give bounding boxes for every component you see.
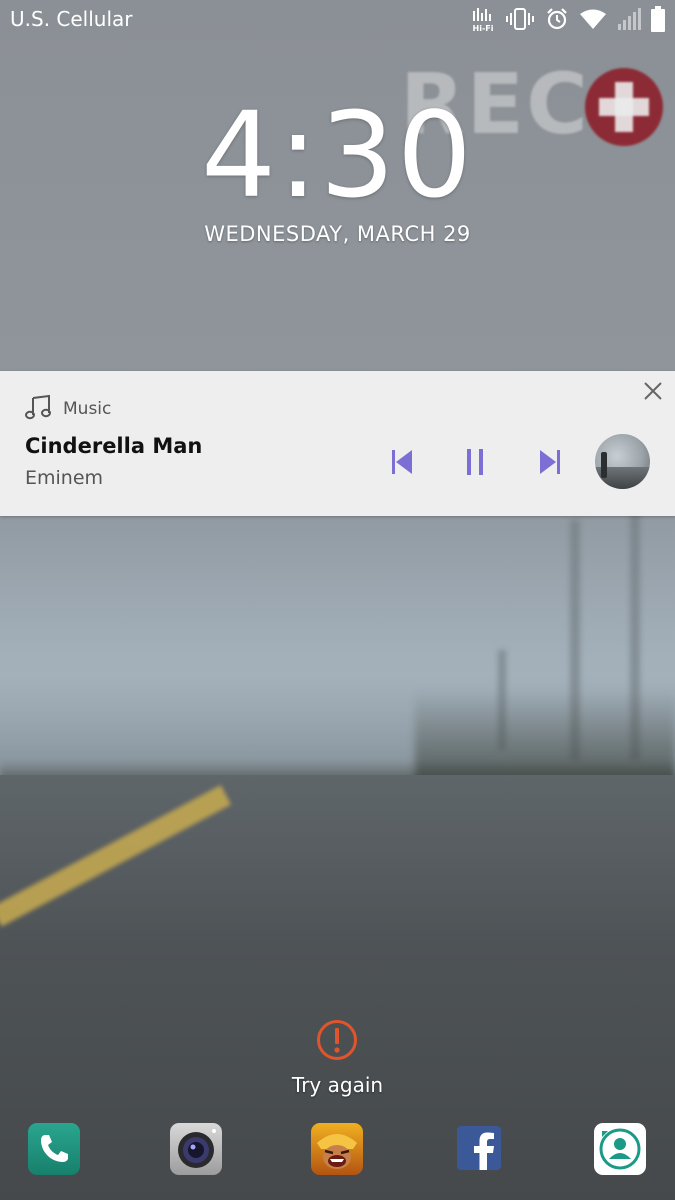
vibrate-icon <box>505 7 535 31</box>
hifi-icon: Hi-Fi <box>471 5 495 33</box>
clock-time: 4:30 <box>201 86 474 224</box>
music-note-icon <box>25 393 53 425</box>
skip-next-icon <box>540 450 560 474</box>
svg-text:Hi-Fi: Hi-Fi <box>473 24 494 33</box>
phone-app-icon[interactable] <box>28 1123 80 1175</box>
song-artist: Eminem <box>25 467 104 489</box>
facebook-app-icon[interactable] <box>457 1126 501 1170</box>
alarm-icon <box>545 7 569 31</box>
contacts-app-icon[interactable] <box>594 1123 646 1175</box>
album-art[interactable] <box>595 434 650 489</box>
lock-date: WEDNESDAY, MARCH 29 <box>204 222 471 246</box>
music-notification[interactable]: Music Cinderella Man Eminem <box>0 371 675 516</box>
app-dock <box>0 1123 675 1175</box>
alert-icon[interactable] <box>316 1019 358 1061</box>
status-bar: U.S. Cellular Hi-Fi <box>0 0 675 38</box>
camera-app-icon[interactable] <box>170 1123 222 1175</box>
next-track-button[interactable] <box>534 447 564 477</box>
signal-icon <box>617 7 641 31</box>
carrier-name: U.S. Cellular <box>10 7 133 31</box>
close-icon <box>644 382 662 400</box>
album-art-figure <box>601 452 607 478</box>
music-app-label: Music <box>63 399 112 419</box>
skip-previous-icon <box>392 450 412 474</box>
lock-clock: 4:30 <box>0 96 675 214</box>
wifi-icon <box>579 8 607 30</box>
previous-track-button[interactable] <box>388 447 418 477</box>
pause-icon <box>467 449 483 475</box>
clash-of-clans-app-icon[interactable] <box>311 1123 363 1175</box>
close-notification-button[interactable] <box>641 379 665 403</box>
try-again-label[interactable]: Try again <box>0 1073 675 1097</box>
music-app-header: Music <box>25 393 111 425</box>
song-title: Cinderella Man <box>25 434 203 458</box>
pause-button[interactable] <box>461 447 491 477</box>
status-icons: Hi-Fi <box>471 5 665 33</box>
battery-icon <box>651 6 665 32</box>
